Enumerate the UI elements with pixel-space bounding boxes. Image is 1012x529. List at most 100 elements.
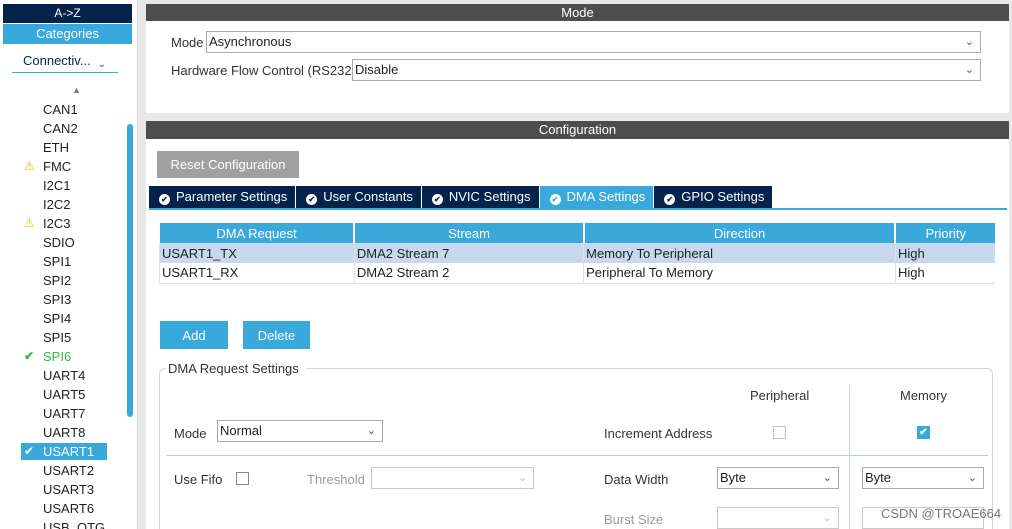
sidebar-scrollbar[interactable]: [127, 124, 133, 417]
sidebar-item-label: SPI3: [43, 292, 72, 307]
sidebar-item-eth[interactable]: ETH: [0, 138, 126, 157]
sidebar-item-label: UART5: [43, 387, 86, 402]
reset-configuration-button[interactable]: Reset Configuration: [157, 151, 299, 178]
memory-data-width-select[interactable]: Byte ⌄: [862, 467, 984, 489]
column-header-priority[interactable]: Priority: [894, 223, 995, 243]
mode-select[interactable]: Asynchronous ⌄: [206, 31, 981, 53]
column-header-direction[interactable]: Direction: [582, 223, 896, 243]
tab-underline: [149, 208, 1007, 210]
sidebar-item-usb-otg[interactable]: USB_OTG: [0, 518, 126, 529]
delete-button[interactable]: Delete: [243, 321, 310, 349]
sidebar-item-label: UART4: [43, 368, 86, 383]
sidebar-item-label: USART1: [43, 444, 95, 459]
sidebar-item-uart4[interactable]: UART4: [0, 366, 126, 385]
check-circle-icon: ✔: [24, 444, 35, 458]
peripheral-column-label: Peripheral: [750, 388, 810, 403]
sidebar-item-can2[interactable]: CAN2: [0, 119, 126, 138]
sidebar-item-uart7[interactable]: UART7: [0, 404, 126, 423]
mode-panel: Mode Mode Asynchronous ⌄ Hardware Flow C…: [146, 4, 1009, 113]
sort-az-button[interactable]: A->Z: [3, 4, 132, 23]
threshold-select[interactable]: ⌄: [371, 467, 534, 489]
settings-tabs: ✔ Parameter Settings ✔ User Constants ✔ NVIC …: [149, 186, 773, 208]
column-header-stream[interactable]: Stream: [353, 223, 584, 243]
sidebar-item-uart8[interactable]: UART8: [0, 423, 126, 442]
sidebar-item-spi3[interactable]: SPI3: [0, 290, 126, 309]
sidebar-item-label: SPI4: [43, 311, 72, 326]
check-circle-icon: ✔: [159, 194, 170, 205]
sidebar-item-i2c1[interactable]: I2C1: [0, 176, 126, 195]
sidebar-item-label: I2C3: [43, 216, 71, 231]
column-header-dma-request[interactable]: DMA Request: [159, 223, 355, 243]
tab-label: Parameter Settings: [176, 189, 288, 204]
tab-user-constants[interactable]: ✔ User Constants: [296, 186, 421, 208]
tab-dma-settings[interactable]: ✔ DMA Settings: [539, 186, 654, 208]
sidebar-item-i2c3[interactable]: ⚠ I2C3: [0, 214, 126, 233]
hfc-select-value: Disable: [355, 62, 399, 77]
chevron-down-icon: ⌄: [517, 472, 527, 484]
sidebar-item-label: SDIO: [43, 235, 75, 250]
sidebar-item-sdio[interactable]: SDIO: [0, 233, 126, 252]
dma-request-settings-legend: DMA Request Settings: [166, 361, 307, 376]
threshold-label: Threshold: [307, 472, 365, 487]
sidebar: A->Z Categories Connectiv... ⌄ ▲ CAN1 CAN…: [0, 0, 138, 529]
peripheral-burst-size-select[interactable]: ⌄: [717, 507, 839, 529]
sidebar-item-label: ETH: [43, 140, 69, 155]
tab-nvic-settings[interactable]: ✔ NVIC Settings: [421, 186, 539, 208]
hfc-select[interactable]: Disable ⌄: [352, 59, 981, 81]
categories-button[interactable]: Categories: [3, 24, 132, 44]
configuration-panel: Configuration Reset Configuration ✔ Param…: [146, 121, 1009, 529]
sidebar-item-spi5[interactable]: SPI5: [0, 328, 126, 347]
sidebar-item-label: SPI2: [43, 273, 72, 288]
mode-panel-title: Mode: [146, 4, 1009, 21]
sidebar-item-usart6[interactable]: USART6: [0, 499, 126, 518]
peripheral-increment-checkbox[interactable]: [773, 426, 786, 439]
sidebar-item-label: USART3: [43, 482, 95, 497]
sidebar-item-can1[interactable]: CAN1: [0, 100, 126, 119]
chevron-down-icon: ⌄: [964, 36, 974, 48]
tab-label: GPIO Settings: [681, 189, 765, 204]
sidebar-item-usart1[interactable]: ✔ USART1: [0, 442, 126, 461]
dma-mode-select[interactable]: Normal ⌄: [217, 420, 383, 442]
sort-indicator-icon[interactable]: ▲: [72, 85, 81, 95]
sidebar-item-label: USART2: [43, 463, 95, 478]
sidebar-item-i2c2[interactable]: I2C2: [0, 195, 126, 214]
sidebar-item-fmc[interactable]: ⚠ FMC: [0, 157, 126, 176]
check-circle-icon: ✔: [549, 194, 561, 205]
category-dropdown[interactable]: Connectiv... ⌄: [12, 51, 118, 73]
sidebar-item-uart5[interactable]: UART5: [0, 385, 126, 404]
use-fifo-checkbox[interactable]: [236, 472, 249, 485]
table-cell: High: [894, 263, 995, 284]
sidebar-item-spi1[interactable]: SPI1: [0, 252, 126, 271]
check-circle-icon: ✔: [431, 194, 443, 205]
peripheral-data-width-value: Byte: [720, 470, 747, 485]
tab-label: NVIC Settings: [448, 189, 531, 204]
sidebar-item-usart3[interactable]: USART3: [0, 480, 126, 499]
sidebar-item-usart2[interactable]: USART2: [0, 461, 126, 480]
sidebar-item-label: USART6: [43, 501, 95, 516]
sidebar-item-label: I2C1: [43, 178, 71, 193]
sidebar-item-spi2[interactable]: SPI2: [0, 271, 126, 290]
configuration-panel-title: Configuration: [146, 121, 1009, 139]
table-row[interactable]: USART1_RX DMA2 Stream 2 Peripheral To Memo…: [159, 263, 995, 284]
table-cell: Memory To Peripheral: [583, 243, 896, 263]
chevron-down-icon: ⌄: [967, 472, 977, 484]
peripheral-data-width-select[interactable]: Byte ⌄: [717, 467, 839, 489]
hfc-label: Hardware Flow Control (RS232): [171, 63, 356, 78]
memory-increment-checkbox[interactable]: ✔: [917, 426, 930, 439]
chevron-down-icon: ⌄: [366, 425, 376, 437]
table-cell: DMA2 Stream 7: [353, 243, 584, 263]
sidebar-item-spi4[interactable]: SPI4: [0, 309, 126, 328]
table-row[interactable]: USART1_TX DMA2 Stream 7 Memory To Peripher…: [159, 243, 995, 263]
table-cell: Peripheral To Memory: [583, 263, 896, 284]
burst-size-label: Burst Size: [604, 512, 664, 527]
app-window: A->Z Categories Connectiv... ⌄ ▲ CAN1 CAN…: [0, 0, 1012, 529]
sidebar-item-label: SPI1: [43, 254, 72, 269]
tab-gpio-settings[interactable]: ✔ GPIO Settings: [654, 186, 773, 208]
section-divider: [166, 455, 988, 456]
warning-icon: ⚠: [24, 216, 35, 230]
sidebar-item-label: USB_OTG: [43, 520, 106, 529]
chevron-down-icon: ⌄: [97, 59, 106, 70]
tab-parameter-settings[interactable]: ✔ Parameter Settings: [149, 186, 296, 208]
add-button[interactable]: Add: [160, 321, 228, 349]
sidebar-item-spi6[interactable]: ✔ SPI6: [0, 347, 126, 366]
